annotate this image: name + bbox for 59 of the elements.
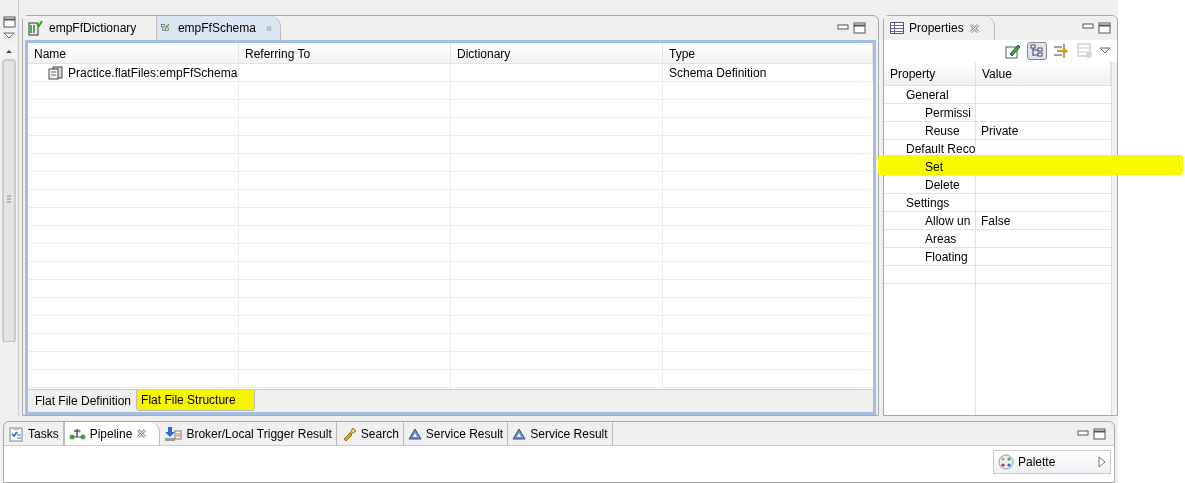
property-name: Permissi bbox=[925, 106, 971, 120]
property-name: Settings bbox=[906, 196, 950, 210]
editor-tab[interactable]: empFfSchema bbox=[157, 16, 281, 40]
property-name: Set bbox=[925, 160, 943, 174]
edit-icon[interactable] bbox=[1005, 43, 1021, 59]
property-name: General bbox=[906, 88, 949, 102]
minimize-icon[interactable] bbox=[837, 23, 849, 33]
maximize-icon[interactable] bbox=[1098, 22, 1111, 34]
dictionary-icon bbox=[27, 20, 43, 36]
download-icon bbox=[164, 425, 183, 442]
property-row[interactable]: Floating bbox=[884, 248, 1111, 266]
maximize-icon[interactable] bbox=[853, 22, 866, 34]
triangle-icon bbox=[407, 427, 422, 440]
close-icon[interactable] bbox=[968, 22, 980, 34]
table-cell: Practice.flatFiles:empFfSchema bbox=[48, 66, 238, 80]
property-name: Reuse bbox=[925, 124, 960, 138]
palette-icon bbox=[998, 454, 1014, 471]
triangle-icon bbox=[512, 427, 527, 440]
tree-icon[interactable] bbox=[1030, 44, 1044, 58]
property-name: Areas bbox=[925, 232, 957, 246]
restore-icon[interactable] bbox=[2, 16, 16, 28]
property-value: False bbox=[981, 214, 1011, 228]
property-row[interactable]: Allow un False bbox=[884, 212, 1111, 230]
minimize-icon[interactable] bbox=[1077, 428, 1089, 439]
property-row[interactable]: Delete bbox=[884, 176, 1111, 194]
column-header[interactable]: Value bbox=[976, 62, 1111, 86]
property-name: Default Reco bbox=[906, 142, 976, 156]
table-icon bbox=[890, 22, 904, 34]
view-tab[interactable]: Search bbox=[336, 422, 404, 446]
maximize-icon[interactable] bbox=[1093, 427, 1106, 440]
view-tab[interactable]: Pipeline bbox=[63, 422, 161, 446]
property-name: Delete bbox=[925, 178, 960, 192]
filter-arrows-icon[interactable] bbox=[1053, 43, 1071, 59]
property-row[interactable]: Permissi bbox=[884, 104, 1111, 122]
pipeline-icon bbox=[68, 426, 86, 441]
editor-page-tab[interactable]: Flat File Structure bbox=[136, 390, 255, 412]
editor-tab[interactable]: empFfDictionary bbox=[23, 16, 157, 40]
palette-header[interactable]: Palette bbox=[993, 450, 1111, 475]
view-tab[interactable]: Service Result bbox=[403, 422, 509, 446]
table-cell: Schema Definition bbox=[669, 66, 767, 80]
property-value: Private bbox=[981, 124, 1019, 138]
property-name: Allow un bbox=[925, 214, 971, 228]
minimize-icon[interactable] bbox=[1082, 22, 1094, 32]
property-row[interactable]: Reuse Private bbox=[884, 122, 1111, 140]
properties-tab[interactable]: Properties bbox=[884, 16, 995, 40]
property-row[interactable]: Areas bbox=[884, 230, 1111, 248]
column-header[interactable]: Property bbox=[884, 62, 976, 86]
property-row[interactable]: General bbox=[884, 86, 1111, 104]
clipboard-icon bbox=[8, 425, 24, 442]
editor-page-tab[interactable]: Flat File Definition bbox=[30, 390, 137, 413]
property-row[interactable]: Settings bbox=[884, 194, 1111, 212]
view-tab[interactable]: Service Result bbox=[508, 422, 613, 446]
view-menu-icon[interactable] bbox=[3, 32, 15, 40]
close-icon[interactable] bbox=[136, 428, 148, 440]
view-tab[interactable]: Tasks bbox=[4, 422, 64, 446]
view-tab[interactable]: Broker/Local Trigger Result bbox=[160, 422, 337, 446]
view-menu-icon[interactable] bbox=[1099, 47, 1111, 55]
property-name: Floating bbox=[925, 250, 968, 264]
expand-arrow-icon[interactable] bbox=[1098, 456, 1106, 469]
